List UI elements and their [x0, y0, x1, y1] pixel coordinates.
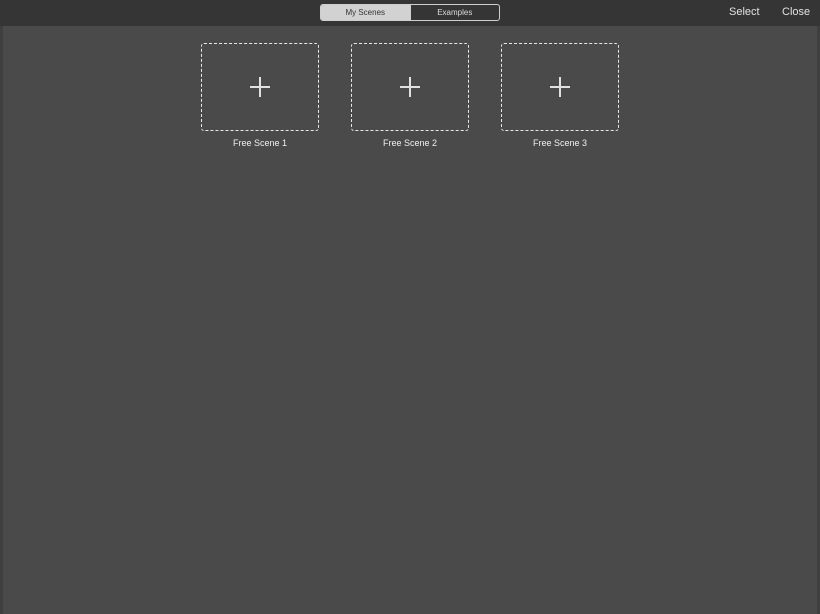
- tab-examples[interactable]: Examples: [409, 5, 500, 20]
- plus-icon: [550, 77, 570, 97]
- scene-label: Free Scene 3: [532, 138, 588, 148]
- scenes-grid: Free Scene 1 Free Scene 2 Free Scene 3: [3, 26, 817, 614]
- select-button[interactable]: Select: [729, 6, 760, 18]
- scene-tile-3: Free Scene 3: [501, 43, 619, 148]
- tab-my-scenes[interactable]: My Scenes: [321, 5, 410, 20]
- close-button[interactable]: Close: [782, 6, 810, 18]
- top-toolbar: My Scenes Examples Select Close: [0, 0, 820, 26]
- scene-tile-2: Free Scene 2: [351, 43, 469, 148]
- add-scene-button[interactable]: [351, 43, 469, 131]
- add-scene-button[interactable]: [201, 43, 319, 131]
- scenes-segmented-control: My Scenes Examples: [320, 4, 500, 21]
- add-scene-button[interactable]: [501, 43, 619, 131]
- scene-label: Free Scene 1: [232, 138, 288, 148]
- scene-label: Free Scene 2: [382, 138, 438, 148]
- scene-tile-1: Free Scene 1: [201, 43, 319, 148]
- plus-icon: [250, 77, 270, 97]
- plus-icon: [400, 77, 420, 97]
